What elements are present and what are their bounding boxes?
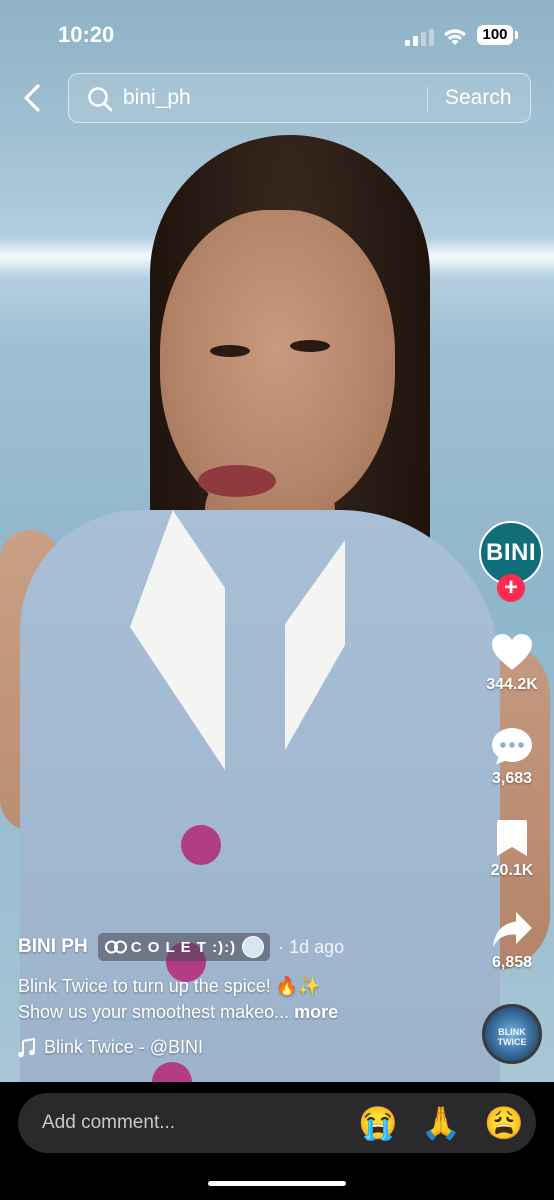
search-icon — [88, 87, 113, 112]
emoji-crying-button[interactable]: 😭 — [358, 1106, 398, 1140]
caption-line-2-text: Show us your smoothest makeo... — [18, 1002, 290, 1022]
video-face — [160, 210, 395, 520]
video-screen[interactable]: 10:20 100 bini_ph Search BINI + 344.2K 3… — [0, 0, 554, 1200]
music-title: Blink Twice - @BINI — [44, 1037, 203, 1057]
share-button[interactable]: 6,858 — [470, 910, 554, 972]
home-indicator[interactable] — [208, 1181, 346, 1186]
cellular-signal-icon — [405, 29, 435, 46]
search-divider — [427, 87, 428, 111]
back-chevron-icon[interactable] — [18, 80, 48, 116]
effect-name: C O L E T :):) — [130, 938, 237, 956]
emoji-pray-button[interactable]: 🙏 — [421, 1106, 461, 1140]
author-row: BINI PH C O L E T :):) · 1d ago — [18, 932, 344, 962]
comment-input[interactable]: Add comment... 😭 🙏 😩 — [18, 1093, 536, 1153]
music-note-icon — [18, 1037, 35, 1057]
video-eye-left — [210, 345, 250, 357]
comment-count: 3,683 — [491, 770, 533, 787]
comment-bubble-icon — [492, 728, 532, 765]
creator-avatar-text: BINI — [486, 539, 536, 566]
video-lips — [198, 465, 276, 497]
caption-line-1: Blink Twice to turn up the spice! 🔥✨ — [18, 976, 321, 996]
more-link[interactable]: more — [294, 1002, 338, 1022]
wifi-icon — [444, 29, 466, 45]
save-count: 20.1K — [490, 862, 534, 879]
comment-button[interactable]: 3,683 — [470, 726, 554, 788]
like-button[interactable]: 344.2K — [470, 632, 554, 694]
heart-icon — [492, 634, 532, 670]
effect-icon — [104, 940, 127, 954]
post-caption[interactable]: Blink Twice to turn up the spice! 🔥✨ Sho… — [18, 973, 458, 1025]
author-name[interactable]: BINI PH — [18, 936, 88, 958]
effect-chip[interactable]: C O L E T :):) — [97, 933, 271, 961]
video-button-1 — [181, 825, 221, 865]
battery-indicator: 100 — [477, 25, 513, 45]
share-count: 6,858 — [491, 954, 533, 971]
emoji-weary-button[interactable]: 😩 — [484, 1106, 524, 1140]
effect-creator-avatar — [242, 936, 265, 958]
follow-button[interactable]: + — [497, 574, 525, 602]
sound-disc-label: BLINK TWICE — [497, 1027, 527, 1047]
share-arrow-icon — [493, 912, 532, 947]
battery-tip — [515, 31, 518, 39]
status-time: 10:20 — [58, 22, 115, 47]
video-eye-right — [290, 340, 330, 352]
post-time: · 1d ago — [278, 936, 345, 957]
save-button[interactable]: 20.1K — [470, 818, 554, 880]
search-query-text[interactable]: bini_ph — [123, 86, 191, 110]
like-count: 344.2K — [486, 676, 538, 693]
search-input[interactable]: bini_ph Search — [68, 73, 531, 123]
comment-placeholder[interactable]: Add comment... — [42, 1112, 175, 1134]
comment-bar: Add comment... 😭 🙏 😩 — [0, 1082, 554, 1200]
status-bar: 10:20 100 — [0, 0, 554, 70]
music-row[interactable]: Blink Twice - @BINI — [18, 1037, 203, 1058]
bookmark-icon — [497, 820, 527, 856]
search-button[interactable]: Search — [445, 86, 512, 110]
sound-disc[interactable]: BLINK TWICE — [482, 1004, 542, 1064]
caption-line-2: Show us your smoothest makeo... more — [18, 999, 458, 1025]
